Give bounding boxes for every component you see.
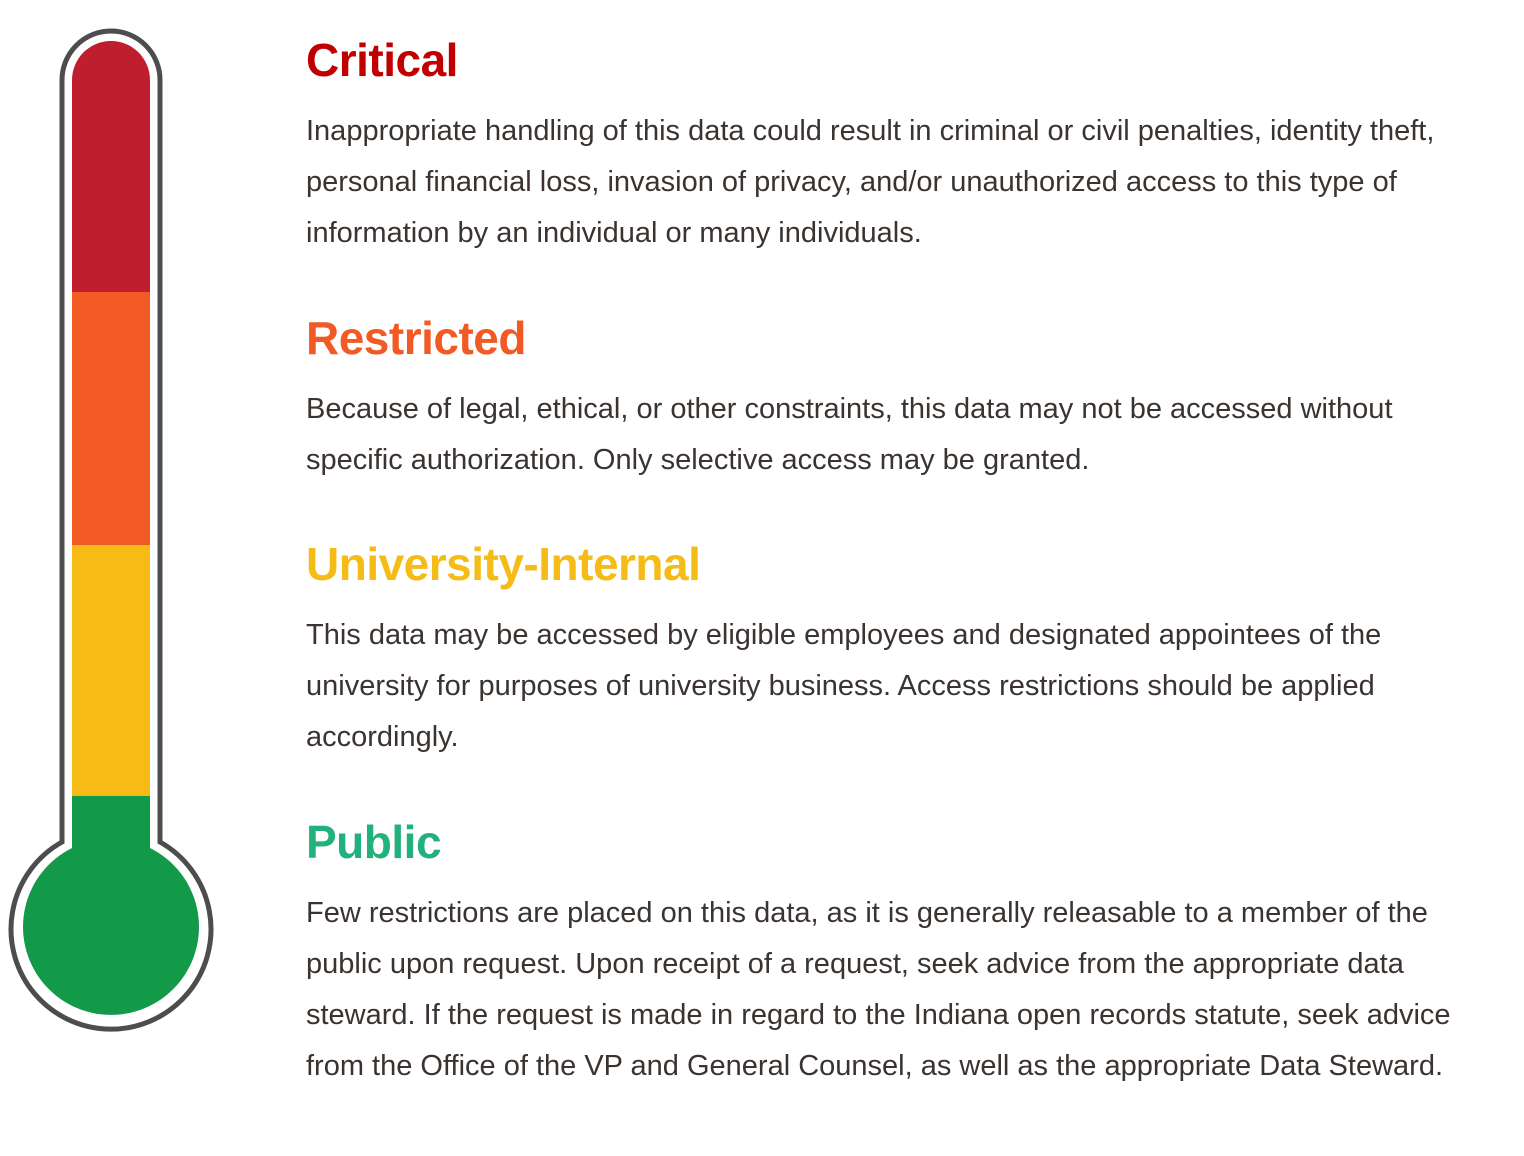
critical-segment	[23, 41, 200, 292]
level-title-university-internal: University-Internal	[306, 538, 701, 590]
level-title-restricted: Restricted	[306, 312, 526, 364]
restricted-segment	[23, 292, 200, 545]
level-university-internal: University-Internal This data may be acc…	[306, 536, 1506, 763]
level-title-critical: Critical	[306, 34, 458, 86]
level-public: Public Few restrictions are placed on th…	[306, 814, 1506, 1092]
level-description-public: Few restrictions are placed on this data…	[306, 897, 1451, 1082]
thermometer-graphic	[8, 28, 214, 1032]
level-description-university-internal: This data may be accessed by eligible em…	[306, 619, 1382, 753]
level-description-critical: Inappropriate handling of this data coul…	[306, 115, 1435, 249]
level-description-restricted: Because of legal, ethical, or other cons…	[306, 393, 1393, 476]
level-critical: Critical Inappropriate handling of this …	[306, 32, 1506, 259]
level-title-public: Public	[306, 816, 442, 868]
university-internal-segment	[23, 545, 200, 796]
level-restricted: Restricted Because of legal, ethical, or…	[306, 310, 1506, 486]
